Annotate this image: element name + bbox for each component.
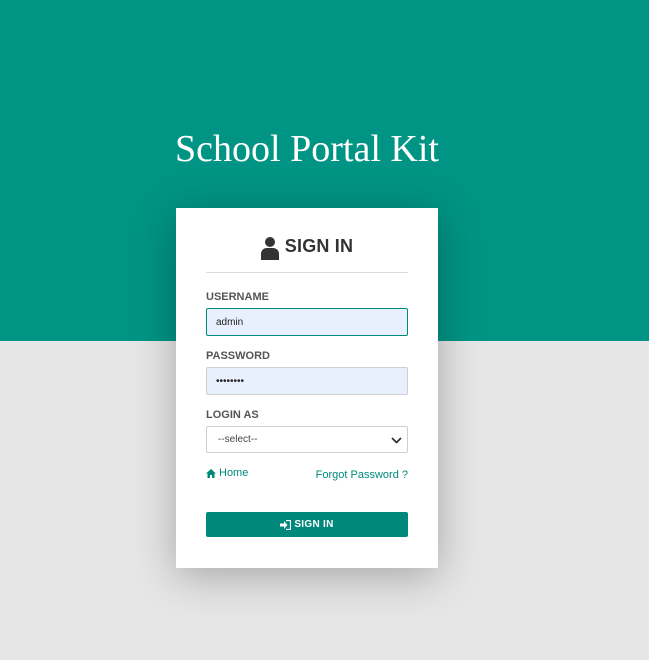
sign-in-button-label: SIGN IN [294,519,334,530]
app-title: School Portal Kit [175,128,439,170]
forgot-password-link[interactable]: Forgot Password ? [316,468,408,482]
chevron-down-icon [391,437,402,444]
username-input[interactable] [206,308,408,336]
login-card: SIGN IN USERNAME PASSWORD LOGIN AS --sel… [176,208,438,568]
username-label: USERNAME [206,291,269,303]
sign-in-icon [280,519,292,530]
home-link[interactable]: Home [206,466,248,480]
home-link-label: Home [219,467,249,479]
login-as-label: LOGIN AS [206,409,259,421]
home-icon [206,468,216,478]
login-as-selected-value: --select-- [218,434,258,445]
login-page: School Portal Kit SIGN IN USERNAME PASSW… [0,0,649,660]
user-icon [260,237,279,260]
login-as-select[interactable]: --select-- [206,426,408,453]
sign-in-button[interactable]: SIGN IN [206,512,408,537]
card-header: SIGN IN [206,232,408,273]
password-label: PASSWORD [206,350,270,362]
card-title: SIGN IN [284,236,354,256]
password-input[interactable] [206,367,408,395]
